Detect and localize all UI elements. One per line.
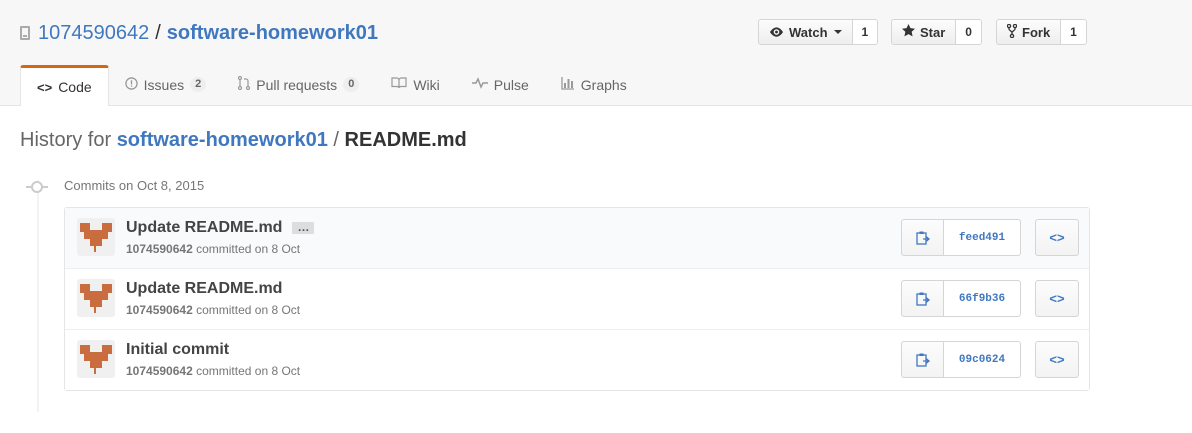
tab-label: Pull requests [256,76,338,93]
history-repo-link[interactable]: software-homework01 [117,129,328,151]
watch-label: Watch [789,24,828,40]
watch-count[interactable]: 1 [852,19,879,45]
tab-label: Pulse [493,76,529,93]
issue-icon [124,76,138,93]
tab-label: Graphs [580,76,627,93]
star-group: Star 0 [891,19,982,45]
code-icon: <> [37,79,53,95]
commit-node-icon [26,181,48,193]
commit-date: committed on 8 Oct [196,242,301,256]
book-icon [391,77,407,92]
repo-separator: / [155,22,161,44]
expand-message-button[interactable]: … [292,221,315,234]
clipboard-icon [915,292,930,306]
commit-message: Initial commit [126,341,229,359]
eye-icon [769,25,784,40]
commit-sha-link[interactable]: 09c0624 [944,341,1021,378]
tab-label: Wiki [413,76,440,93]
commit-row: Update README.md … 1074590642 committed … [65,208,1089,268]
commit-author[interactable]: 1074590642 [126,364,193,378]
tab-wiki[interactable]: Wiki [375,65,455,104]
star-button[interactable]: Star [891,19,957,45]
repo-header: 1074590642 / software-homework01 Watch 1… [0,0,1192,106]
clipboard-icon [915,231,930,245]
commit-author[interactable]: 1074590642 [126,242,193,256]
fork-group: Fork 1 [996,19,1087,45]
tab-issues[interactable]: Issues 2 [109,65,223,104]
commits-date-heading: Commits on Oct 8, 2015 [64,178,205,193]
sha-group: 09c0624 [901,341,1021,378]
avatar[interactable] [77,218,115,256]
repo-title: 1074590642 / software-homework01 [20,20,378,46]
sha-group: feed491 [901,219,1021,256]
sha-group: 66f9b36 [901,280,1021,317]
clipboard-icon [915,353,930,367]
fork-label: Fork [1022,24,1051,40]
tab-pull-requests[interactable]: Pull requests 0 [222,65,375,104]
page-title: History for software-homework01 / README… [20,127,467,153]
watch-button[interactable]: Watch [758,19,853,45]
browse-code-button[interactable]: <> [1035,341,1079,378]
issues-count-badge: 2 [190,77,207,92]
commit-sha-link[interactable]: feed491 [944,219,1021,256]
commit-row: Initial commit 1074590642 committed on 8… [65,329,1089,390]
avatar[interactable] [77,279,115,317]
commit-date: committed on 8 Oct [196,303,301,317]
commit-author[interactable]: 1074590642 [126,303,193,317]
tab-label: Code [58,79,92,95]
pull-requests-count-badge: 0 [343,77,360,92]
tab-label: Issues [143,76,185,93]
browse-code-button[interactable]: <> [1035,280,1079,317]
commit-meta: 1074590642 committed on 8 Oct [126,242,300,256]
repo-nav-tabs: <> Code Issues 2 Pull requests 0 Wiki Pu… [20,65,643,106]
star-count[interactable]: 0 [956,19,982,45]
copy-sha-button[interactable] [901,280,944,317]
commit-title-link[interactable]: Initial commit [126,341,229,359]
timeline-line [37,180,39,412]
repo-icon [20,26,30,40]
graph-icon [561,76,575,93]
avatar[interactable] [77,340,115,378]
tab-graphs[interactable]: Graphs [545,65,643,104]
commit-sha-link[interactable]: 66f9b36 [944,280,1021,317]
commit-message: Update README.md [126,280,282,298]
pulse-icon [471,77,488,92]
commit-message: Update README.md … [126,219,315,237]
fork-count[interactable]: 1 [1061,19,1087,45]
copy-sha-button[interactable] [901,219,944,256]
repo-owner-link[interactable]: 1074590642 [38,20,149,46]
copy-sha-button[interactable] [901,341,944,378]
commit-row: Update README.md 1074590642 committed on… [65,268,1089,329]
history-prefix: History for [20,129,112,151]
commit-list: Update README.md … 1074590642 committed … [64,207,1090,391]
history-separator: / [333,129,339,151]
commit-meta: 1074590642 committed on 8 Oct [126,364,300,378]
star-label: Star [920,24,946,40]
watch-group: Watch 1 [758,19,879,45]
commit-title-link[interactable]: Update README.md [126,219,282,237]
commit-meta: 1074590642 committed on 8 Oct [126,303,300,317]
star-icon [902,24,915,40]
repo-name-link[interactable]: software-homework01 [167,20,378,46]
tab-pulse[interactable]: Pulse [456,65,545,104]
commit-date: committed on 8 Oct [196,364,301,378]
pull-request-icon [238,75,251,93]
fork-button[interactable]: Fork [996,19,1062,45]
commit-title-link[interactable]: Update README.md [126,280,282,298]
chevron-down-icon [833,30,842,34]
history-file-name: README.md [344,129,467,151]
browse-code-button[interactable]: <> [1035,219,1079,256]
tab-code[interactable]: <> Code [20,65,109,106]
fork-icon [1006,23,1018,41]
